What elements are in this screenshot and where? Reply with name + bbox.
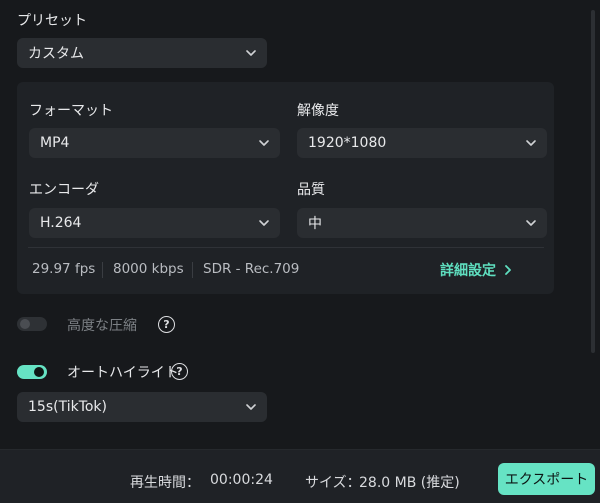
scrollbar[interactable] [591,10,595,353]
format-select[interactable]: MP4 [29,128,280,158]
quality-label: 品質 [297,182,325,198]
encoder-label: エンコーダ [29,182,99,198]
resolution-value: 1920*1080 [308,135,387,151]
stat-separator [192,262,193,278]
chevron-down-icon [526,140,536,146]
auto-highlight-label: オートハイライト [67,365,179,381]
size-value: 28.0 MB (推定) [359,475,460,491]
chevron-down-icon [246,404,256,410]
format-label: フォーマット [29,103,113,119]
size-label: サイズ： [305,475,361,491]
resolution-select[interactable]: 1920*1080 [297,128,547,158]
encoder-value: H.264 [40,215,82,231]
highlight-duration-select[interactable]: 15s(TikTok) [17,392,267,422]
quality-select[interactable]: 中 [297,208,547,238]
highlight-duration-value: 15s(TikTok) [28,399,107,415]
chevron-down-icon [259,140,269,146]
advanced-settings-link[interactable]: 詳細設定 [440,260,512,280]
preset-select[interactable]: カスタム [17,38,267,68]
chevron-down-icon [246,50,256,56]
toggle-knob [34,367,44,377]
preset-value: カスタム [28,46,84,62]
chevron-right-icon [505,265,511,275]
advanced-settings-label: 詳細設定 [440,263,496,279]
preset-label: プリセット [17,13,87,29]
advanced-compression-toggle[interactable] [17,317,47,331]
duration-value: 00:00:24 [210,472,273,488]
bitrate-stat: 8000 kbps [113,261,184,277]
format-value: MP4 [40,135,70,151]
panel-divider [28,247,544,248]
chevron-down-icon [526,220,536,226]
chevron-down-icon [259,220,269,226]
advanced-compression-label: 高度な圧縮 [67,318,137,334]
quality-value: 中 [308,216,322,232]
toggle-knob [20,319,30,329]
duration-label: 再生時間： [130,475,200,491]
auto-highlight-toggle[interactable] [17,365,47,379]
stat-separator [102,262,103,278]
resolution-label: 解像度 [297,103,339,119]
color-space-stat: SDR - Rec.709 [203,261,300,277]
export-button[interactable]: エクスポート [498,463,595,495]
fps-stat: 29.97 fps [32,261,96,277]
question-circle-icon[interactable]: ? [158,316,175,333]
encoder-select[interactable]: H.264 [29,208,280,238]
question-circle-icon[interactable]: ? [171,363,188,380]
